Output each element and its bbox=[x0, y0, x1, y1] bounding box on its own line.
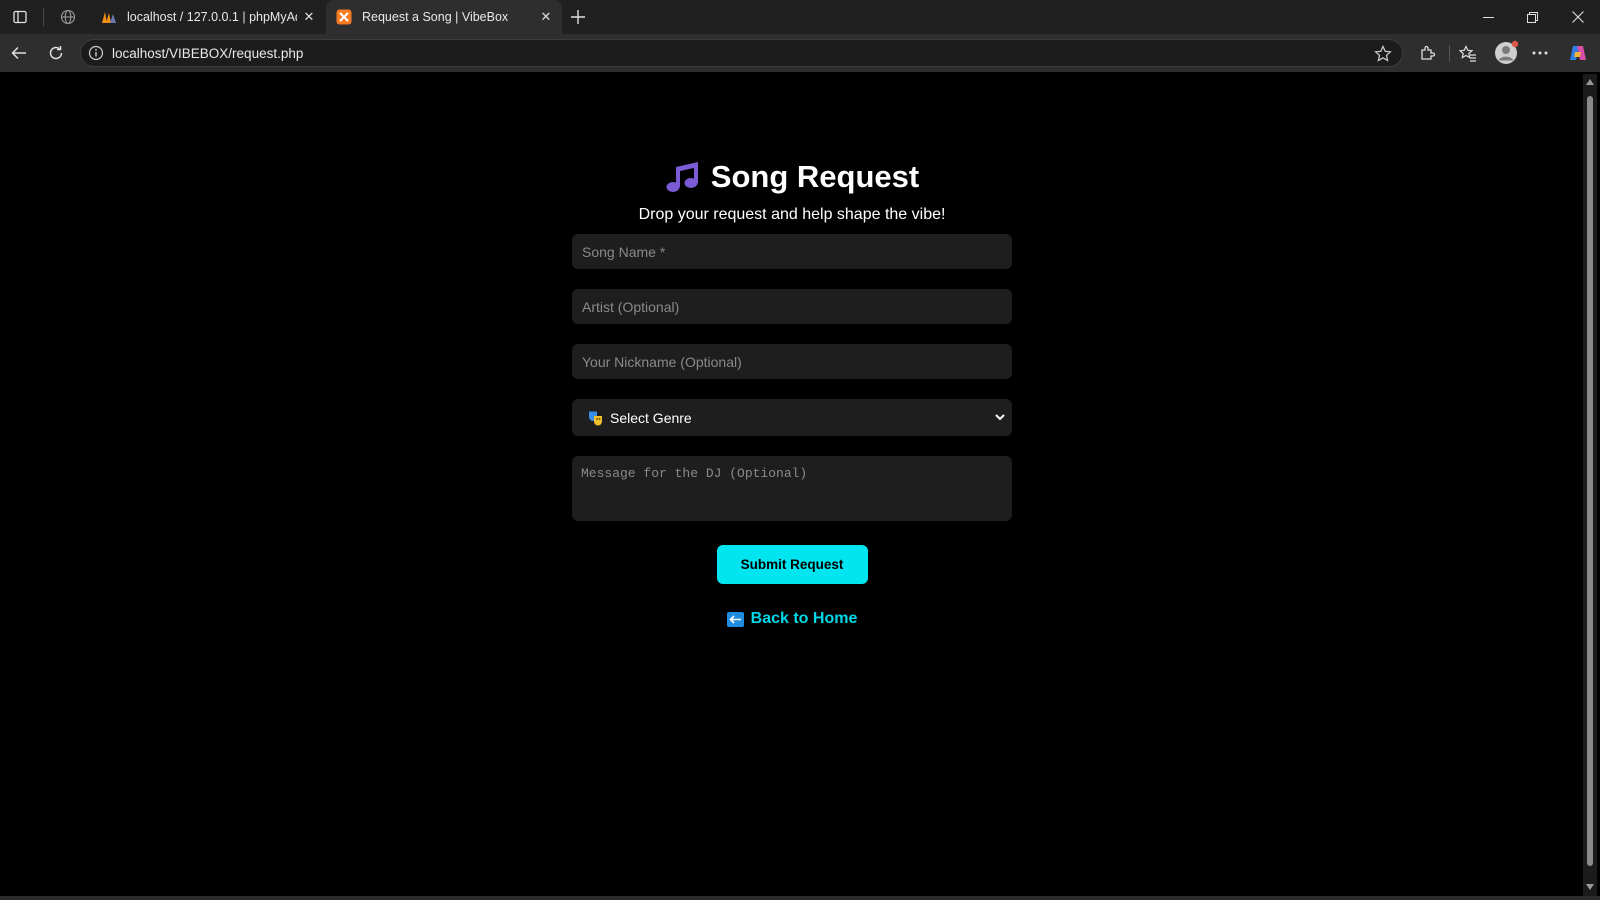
artist-input[interactable] bbox=[572, 289, 1012, 324]
site-info-icon[interactable] bbox=[88, 45, 104, 61]
address-bar[interactable]: localhost/VIBEBOX/request.php bbox=[80, 39, 1403, 67]
restore-icon[interactable] bbox=[1516, 5, 1548, 29]
favorites-icon[interactable] bbox=[1456, 41, 1480, 65]
profile-avatar-icon[interactable] bbox=[1492, 39, 1520, 67]
theater-masks-icon bbox=[588, 410, 604, 426]
nickname-input[interactable] bbox=[572, 344, 1012, 379]
extensions-icon[interactable] bbox=[1415, 41, 1439, 65]
tab-title: Request a Song | VibeBox bbox=[362, 10, 509, 24]
genre-selected-value: Select Genre bbox=[610, 409, 692, 426]
page-subtitle: Drop your request and help shape the vib… bbox=[638, 206, 946, 223]
page-title: Song Request bbox=[572, 150, 1012, 204]
song-name-input[interactable] bbox=[572, 234, 1012, 269]
dj-message-textarea[interactable] bbox=[572, 456, 1012, 521]
page-title-text: Song Request bbox=[710, 159, 920, 194]
workspaces-globe-icon[interactable] bbox=[56, 6, 80, 28]
tab-vibebox[interactable]: Request a Song | VibeBox ✕ bbox=[326, 0, 562, 34]
scroll-up-icon[interactable] bbox=[1586, 79, 1594, 85]
scrollbar-thumb[interactable] bbox=[1587, 96, 1593, 866]
browser-toolbar: localhost/VIBEBOX/request.php bbox=[0, 34, 1600, 72]
xampp-icon bbox=[336, 9, 352, 25]
more-menu-icon[interactable] bbox=[1528, 41, 1552, 65]
divider bbox=[1449, 45, 1450, 62]
url-text: localhost/VIBEBOX/request.php bbox=[112, 45, 304, 61]
song-request-form: Song Request Drop your request and help … bbox=[572, 150, 1012, 629]
back-to-home-link[interactable]: Back to Home bbox=[726, 610, 858, 628]
close-window-icon[interactable] bbox=[1562, 5, 1594, 29]
close-tab-icon[interactable]: ✕ bbox=[534, 5, 558, 29]
new-tab-icon[interactable] bbox=[566, 5, 590, 29]
submit-request-button[interactable]: Submit Request bbox=[716, 545, 868, 584]
divider bbox=[43, 8, 44, 26]
back-arrow-icon[interactable] bbox=[7, 41, 31, 65]
tab-phpmyadmin[interactable]: localhost / 127.0.0.1 | phpMyAdm ✕ bbox=[91, 0, 325, 34]
music-note-icon bbox=[665, 160, 701, 194]
favorite-star-icon[interactable] bbox=[1374, 45, 1392, 63]
browser-titlebar: localhost / 127.0.0.1 | phpMyAdm ✕ Reque… bbox=[0, 0, 1600, 34]
chevron-down-icon bbox=[994, 410, 1006, 426]
copilot-icon[interactable] bbox=[1566, 41, 1590, 65]
close-tab-icon[interactable]: ✕ bbox=[297, 5, 321, 29]
back-to-home-label: Back to Home bbox=[750, 610, 858, 627]
sidebar-toggle-icon[interactable] bbox=[8, 6, 32, 28]
genre-select[interactable]: Select Genre bbox=[572, 399, 1012, 436]
refresh-icon[interactable] bbox=[44, 41, 68, 65]
scroll-down-icon[interactable] bbox=[1586, 884, 1594, 890]
left-arrow-icon bbox=[726, 611, 744, 627]
window-bottom-edge bbox=[0, 896, 1600, 900]
minimize-icon[interactable] bbox=[1472, 5, 1504, 29]
phpmyadmin-icon bbox=[101, 9, 117, 25]
page-scrollbar[interactable] bbox=[1583, 74, 1597, 896]
tab-title: localhost / 127.0.0.1 | phpMyAdm bbox=[127, 10, 297, 24]
